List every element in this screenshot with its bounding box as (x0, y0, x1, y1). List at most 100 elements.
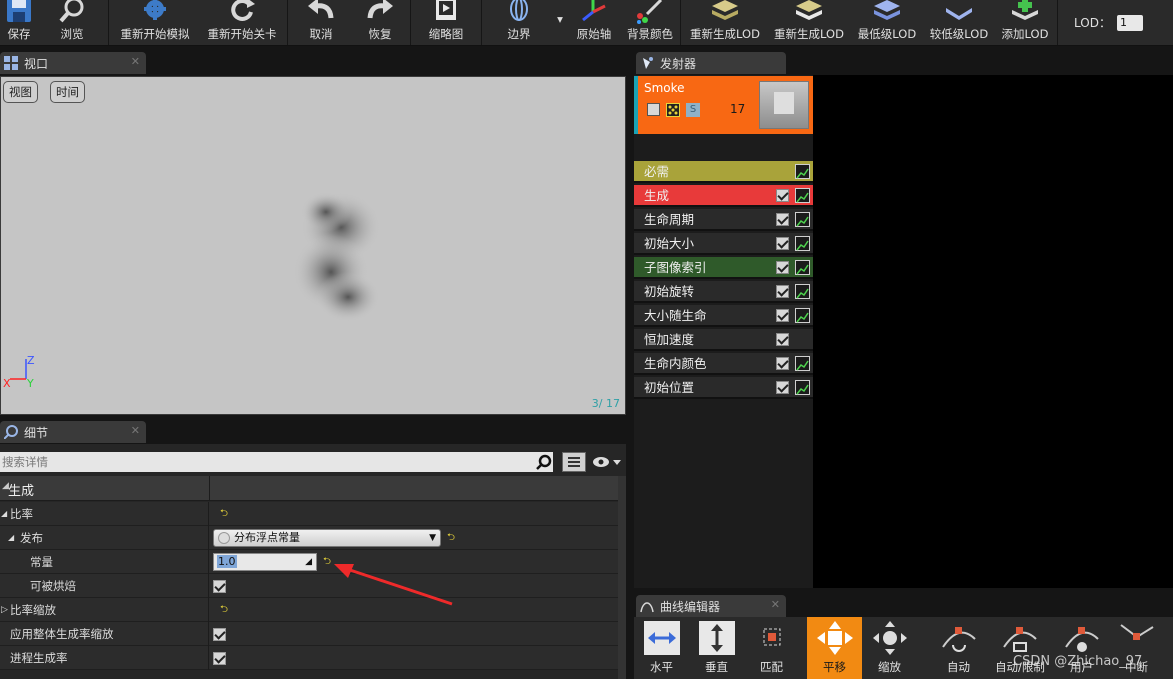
toolbar-separator (481, 0, 482, 45)
undo-button[interactable]: 取消 (290, 0, 352, 46)
details-search-input[interactable]: 搜索详情 (0, 452, 553, 472)
paintbrush-icon (635, 0, 665, 24)
module-enabled-checkbox[interactable] (776, 189, 789, 202)
module-row[interactable]: 初始位置 (634, 377, 813, 399)
regen-lod-button-1[interactable]: 重新生成LOD (683, 0, 767, 46)
module-row[interactable]: 初始旋转 (634, 281, 813, 303)
lod-label: LOD： (1074, 16, 1111, 30)
module-enabled-checkbox[interactable] (776, 285, 789, 298)
emitter-name: Smoke (644, 81, 685, 95)
curve-graph-icon[interactable] (795, 380, 810, 395)
tab-details[interactable]: 细节 ✕ (0, 421, 146, 443)
module-enabled-checkbox[interactable] (776, 237, 789, 250)
user-tangent-icon (1062, 619, 1102, 657)
curve-graph-icon[interactable] (795, 284, 810, 299)
regen-lod-button-2[interactable]: 重新生成LOD (767, 0, 851, 46)
bakeable-checkbox[interactable] (213, 579, 226, 593)
view-options-button[interactable] (562, 452, 586, 472)
origin-axis-button[interactable]: 原始轴 (566, 0, 622, 46)
toolbar-separator (680, 0, 681, 45)
curve-graph-icon[interactable] (795, 356, 810, 371)
prop-row-process-spawn-rate: 进程生成率 (0, 646, 626, 670)
emitter-selected-edge (634, 76, 638, 134)
thumbnail-button[interactable]: 缩略图 (413, 0, 479, 46)
reset-to-default-icon[interactable]: ⮌ (220, 602, 228, 619)
bg-color-button[interactable]: 背景颜色 (622, 0, 678, 46)
view-menu-button[interactable]: 视图 (3, 81, 38, 103)
zoom-button[interactable]: 缩放 (862, 617, 917, 679)
lod-value-field[interactable]: 1 (1116, 14, 1143, 31)
details-scrollbar[interactable] (618, 476, 626, 679)
module-row[interactable]: 初始大小 (634, 233, 813, 255)
fit-vertical-button[interactable]: 垂直 (689, 617, 744, 679)
tab-viewport[interactable]: 视口 ✕ (0, 52, 146, 74)
collapse-arrow-icon[interactable]: ◢ (8, 526, 14, 550)
lowest-lod-button[interactable]: 最低级LOD (851, 0, 923, 46)
module-enabled-checkbox[interactable] (776, 213, 789, 226)
gear-icon (140, 0, 170, 24)
restart-level-button[interactable]: 重新开始关卡 (199, 0, 285, 46)
bounds-button[interactable]: 边界 (484, 0, 554, 46)
viewport[interactable]: 视图 时间 Z X Y 3/ 17 (0, 76, 626, 415)
module-row[interactable]: 大小随生命 (634, 305, 813, 327)
module-row[interactable]: 恒加速度 (634, 329, 813, 351)
module-row[interactable]: 子图像索引 (634, 257, 813, 279)
curve-graph-icon[interactable] (795, 236, 810, 251)
render-mode-icon[interactable] (666, 103, 680, 117)
browse-button[interactable]: 浏览 (38, 0, 106, 46)
fit-button[interactable]: 匹配 (744, 617, 799, 679)
save-button[interactable]: 保存 (0, 0, 38, 46)
undo-icon (306, 0, 336, 24)
category-header[interactable]: ◢ 生成 (0, 476, 626, 501)
emitter-enabled-checkbox[interactable] (647, 103, 660, 116)
lod-down-icon (944, 0, 974, 24)
process-spawn-rate-checkbox[interactable] (213, 651, 226, 665)
module-row[interactable]: 必需 (634, 161, 813, 183)
fit-horizontal-button[interactable]: 水平 (634, 617, 689, 679)
emitter-card[interactable]: Smoke S 17 (634, 76, 813, 134)
curve-graph-icon[interactable] (795, 212, 810, 227)
time-menu-button[interactable]: 时间 (50, 81, 85, 103)
module-label: 子图像索引 (644, 260, 707, 275)
curve-graph-icon[interactable] (795, 308, 810, 323)
lower-lod-button[interactable]: 较低级LOD (923, 0, 995, 46)
module-enabled-checkbox[interactable] (776, 381, 789, 394)
search-icon (536, 454, 552, 470)
reset-to-default-icon[interactable]: ⮌ (220, 506, 228, 523)
pan-button[interactable]: 平移 (807, 617, 862, 679)
collapse-arrow-icon[interactable]: ◢ (1, 502, 7, 526)
redo-button[interactable]: 恢复 (352, 0, 408, 46)
expand-arrow-icon[interactable]: ▷ (1, 598, 8, 622)
close-icon[interactable]: ✕ (131, 55, 140, 68)
module-enabled-checkbox[interactable] (776, 357, 789, 370)
add-lod-button[interactable]: 添加LOD (995, 0, 1055, 46)
eye-icon[interactable] (592, 456, 622, 468)
module-row[interactable]: 生成 (634, 185, 813, 207)
drag-handle-icon[interactable]: ◢ (305, 554, 312, 570)
distribution-dropdown[interactable]: 分布浮点常量 ▼ (213, 529, 441, 547)
auto-tangent-button[interactable]: 自动 (931, 617, 986, 679)
user-tangent-button[interactable]: 用户 (1054, 617, 1109, 679)
constant-input[interactable]: 1.0 ◢ (213, 553, 317, 571)
apply-global-scale-checkbox[interactable] (213, 627, 226, 641)
module-label: 生命周期 (644, 212, 695, 227)
restart-sim-button[interactable]: 重新开始模拟 (111, 0, 199, 46)
module-enabled-checkbox[interactable] (776, 333, 789, 346)
break-tangent-button[interactable]: 中断 (1109, 617, 1164, 679)
curve-graph-icon[interactable] (795, 260, 810, 275)
tab-emitters[interactable]: 发射器 (636, 52, 786, 74)
module-enabled-checkbox[interactable] (776, 261, 789, 274)
tab-curve-editor[interactable]: 曲线编辑器 ✕ (636, 595, 786, 617)
auto-clamped-tangent-button[interactable]: 自动/限制 (986, 617, 1054, 679)
solo-icon[interactable]: S (686, 103, 700, 117)
refresh-icon (227, 0, 257, 24)
bounds-dropdown-arrow-icon[interactable]: ▾ (554, 0, 566, 46)
module-row[interactable]: 生命内颜色 (634, 353, 813, 375)
close-icon[interactable]: ✕ (131, 424, 140, 437)
curve-graph-icon[interactable] (795, 164, 810, 179)
reset-to-default-icon[interactable]: ⮌ (447, 530, 455, 547)
module-enabled-checkbox[interactable] (776, 309, 789, 322)
curve-graph-icon[interactable] (795, 188, 810, 203)
module-row[interactable]: 生命周期 (634, 209, 813, 231)
close-icon[interactable]: ✕ (771, 598, 780, 611)
